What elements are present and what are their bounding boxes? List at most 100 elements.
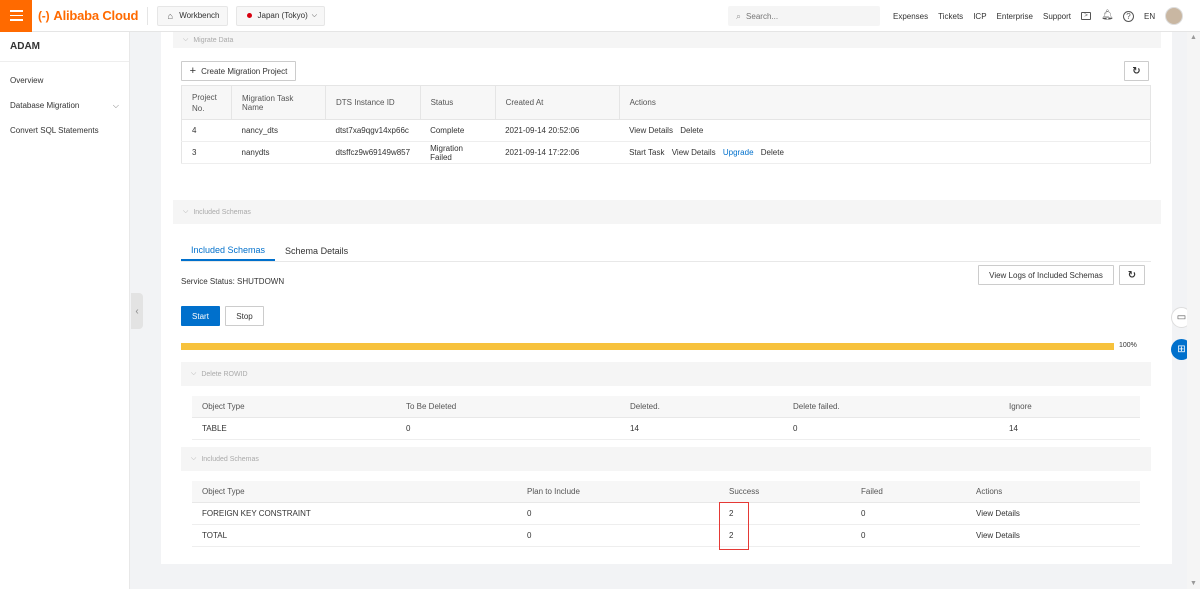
- cell-dts-id: dtsffcz9w69149w857: [325, 141, 421, 164]
- table-header-row: Object Type To Be Deleted Deleted. Delet…: [192, 396, 1140, 418]
- cell-status: Migration Failed: [420, 141, 496, 164]
- column-header: DTS Instance ID: [325, 85, 421, 120]
- sidebar-title: ADAM: [0, 32, 129, 62]
- column-header: To Be Deleted: [396, 396, 620, 418]
- cell-task-name: nanydts: [231, 141, 326, 164]
- cell-failed: 0: [851, 502, 966, 525]
- nav-support[interactable]: Support: [1043, 12, 1071, 21]
- cell-dts-id: dtst7xa9qgv14xp66c: [325, 119, 421, 142]
- bell-icon[interactable]: 🔔︎: [1101, 10, 1114, 22]
- sidebar-collapse-handle[interactable]: ‹: [131, 293, 143, 329]
- nav-expenses[interactable]: Expenses: [893, 12, 928, 21]
- table-row: 4 nancy_dts dtst7xa9qgv14xp66c Complete …: [181, 119, 1151, 142]
- sidebar-item-overview[interactable]: Overview: [0, 68, 129, 93]
- success-highlight-box: [719, 502, 749, 550]
- cell-actions: View Details Delete: [619, 119, 1151, 142]
- delete-rowid-table: Object Type To Be Deleted Deleted. Delet…: [192, 396, 1140, 440]
- included-schemas-subheader[interactable]: ⌵ Included Schemas: [181, 447, 1151, 471]
- region-selector[interactable]: Japan (Tokyo) ⌵: [235, 5, 326, 26]
- column-header: Actions: [966, 481, 1140, 503]
- cell-plan-to-include: 0: [517, 524, 719, 547]
- column-header: Ignore: [999, 396, 1140, 418]
- cell-deleted: 14: [620, 417, 783, 440]
- chevron-left-icon: ‹: [135, 305, 139, 317]
- included-schemas-table: Object Type Plan to Include Success Fail…: [192, 481, 1140, 547]
- chevron-down-icon: ⌵: [183, 208, 189, 215]
- search-box[interactable]: ⌕: [728, 6, 880, 26]
- avatar[interactable]: [1165, 7, 1184, 25]
- chevron-down-icon: ⌵: [311, 11, 318, 19]
- included-schemas-header[interactable]: ⌵ Included Schemas: [173, 200, 1161, 224]
- chevron-down-icon: ⌵: [183, 36, 189, 43]
- cell-task-name: nancy_dts: [231, 119, 326, 142]
- scroll-down-icon[interactable]: ▼: [1190, 580, 1197, 587]
- table-header-row: Project No. Migration Task Name DTS Inst…: [181, 85, 1151, 120]
- stop-button[interactable]: Stop: [225, 306, 264, 326]
- language-selector[interactable]: EN: [1144, 12, 1155, 21]
- nav-enterprise[interactable]: Enterprise: [997, 12, 1033, 21]
- refresh-button[interactable]: ↻: [1119, 265, 1145, 285]
- refresh-button[interactable]: ↻: [1124, 61, 1149, 81]
- table-header-row: Object Type Plan to Include Success Fail…: [192, 481, 1140, 503]
- sidebar-item-database-migration[interactable]: Database Migration ⌵: [0, 93, 129, 118]
- column-header: Plan to Include: [517, 481, 719, 503]
- column-header: Created At: [495, 85, 620, 120]
- create-migration-project-button[interactable]: + Create Migration Project: [181, 61, 296, 81]
- alibaba-cloud-logo[interactable]: (-) Alibaba Cloud: [38, 8, 138, 23]
- column-header: Deleted.: [620, 396, 783, 418]
- cell-delete-failed: 0: [783, 417, 999, 440]
- japan-flag-icon: [246, 13, 252, 18]
- migration-table: Project No. Migration Task Name DTS Inst…: [181, 85, 1151, 164]
- delete-link[interactable]: Delete: [761, 148, 784, 157]
- progress-fill: [181, 343, 1114, 350]
- tab-included-schemas[interactable]: Included Schemas: [181, 241, 276, 261]
- column-header: Failed: [851, 481, 966, 503]
- message-icon[interactable]: >: [1081, 12, 1092, 20]
- search-input[interactable]: [746, 11, 857, 21]
- cell-project-no: 3: [181, 141, 232, 164]
- delete-rowid-header[interactable]: ⌵ Delete ROWID: [181, 362, 1151, 386]
- sidebar: ADAM Overview Database Migration ⌵ Conver…: [0, 32, 130, 589]
- divider: [147, 6, 149, 25]
- top-nav: Expenses Tickets ICP Enterprise Support …: [893, 0, 1184, 32]
- scrollbar[interactable]: ▲ ▼: [1187, 32, 1200, 589]
- column-header: Actions: [619, 85, 1151, 120]
- sidebar-item-convert-sql[interactable]: Convert SQL Statements: [0, 118, 129, 143]
- nav-tickets[interactable]: Tickets: [938, 12, 963, 21]
- table-row: 3 nanydts dtsffcz9w69149w857 Migration F…: [181, 141, 1151, 164]
- alibaba-logo-icon: (-): [38, 8, 50, 23]
- column-header: Success: [719, 481, 851, 503]
- home-icon: ⌂: [167, 10, 173, 21]
- help-icon[interactable]: ?: [1123, 10, 1135, 22]
- cell-object-type: TABLE: [192, 417, 396, 440]
- view-details-link[interactable]: View Details: [672, 148, 716, 157]
- service-status: Service Status: SHUTDOWN: [181, 277, 285, 286]
- workbench-button[interactable]: ⌂ Workbench: [157, 5, 228, 26]
- delete-link[interactable]: Delete: [680, 126, 703, 135]
- column-header: Object Type: [192, 481, 517, 503]
- scroll-up-icon[interactable]: ▲: [1190, 34, 1197, 41]
- menu-icon[interactable]: [0, 0, 32, 32]
- cell-to-be-deleted: 0: [396, 417, 620, 440]
- cell-project-no: 4: [181, 119, 232, 142]
- upgrade-link[interactable]: Upgrade: [723, 148, 754, 157]
- tab-schema-details[interactable]: Schema Details: [275, 241, 358, 261]
- nav-icp[interactable]: ICP: [973, 12, 986, 21]
- cell-failed: 0: [851, 524, 966, 547]
- view-details-link[interactable]: View Details: [966, 524, 1140, 547]
- chevron-down-icon: ⌵: [191, 370, 197, 377]
- refresh-icon: ↻: [1127, 269, 1137, 281]
- cell-created-at: 2021-09-14 17:22:06: [495, 141, 620, 164]
- view-logs-button[interactable]: View Logs of Included Schemas: [978, 265, 1114, 285]
- migrate-data-header[interactable]: ⌵ Migrate Data: [173, 32, 1161, 48]
- plus-icon: +: [189, 65, 197, 77]
- chevron-down-icon: ⌵: [191, 455, 197, 462]
- column-header: Status: [420, 85, 496, 120]
- start-task-link[interactable]: Start Task: [629, 148, 664, 157]
- cell-actions: Start Task View Details Upgrade Delete: [619, 141, 1151, 164]
- column-header: Object Type: [192, 396, 396, 418]
- start-button[interactable]: Start: [181, 306, 220, 326]
- view-details-link[interactable]: View Details: [966, 502, 1140, 525]
- view-details-link[interactable]: View Details: [629, 126, 673, 135]
- main-panel: ⌵ Migrate Data + Create Migration Projec…: [161, 32, 1172, 564]
